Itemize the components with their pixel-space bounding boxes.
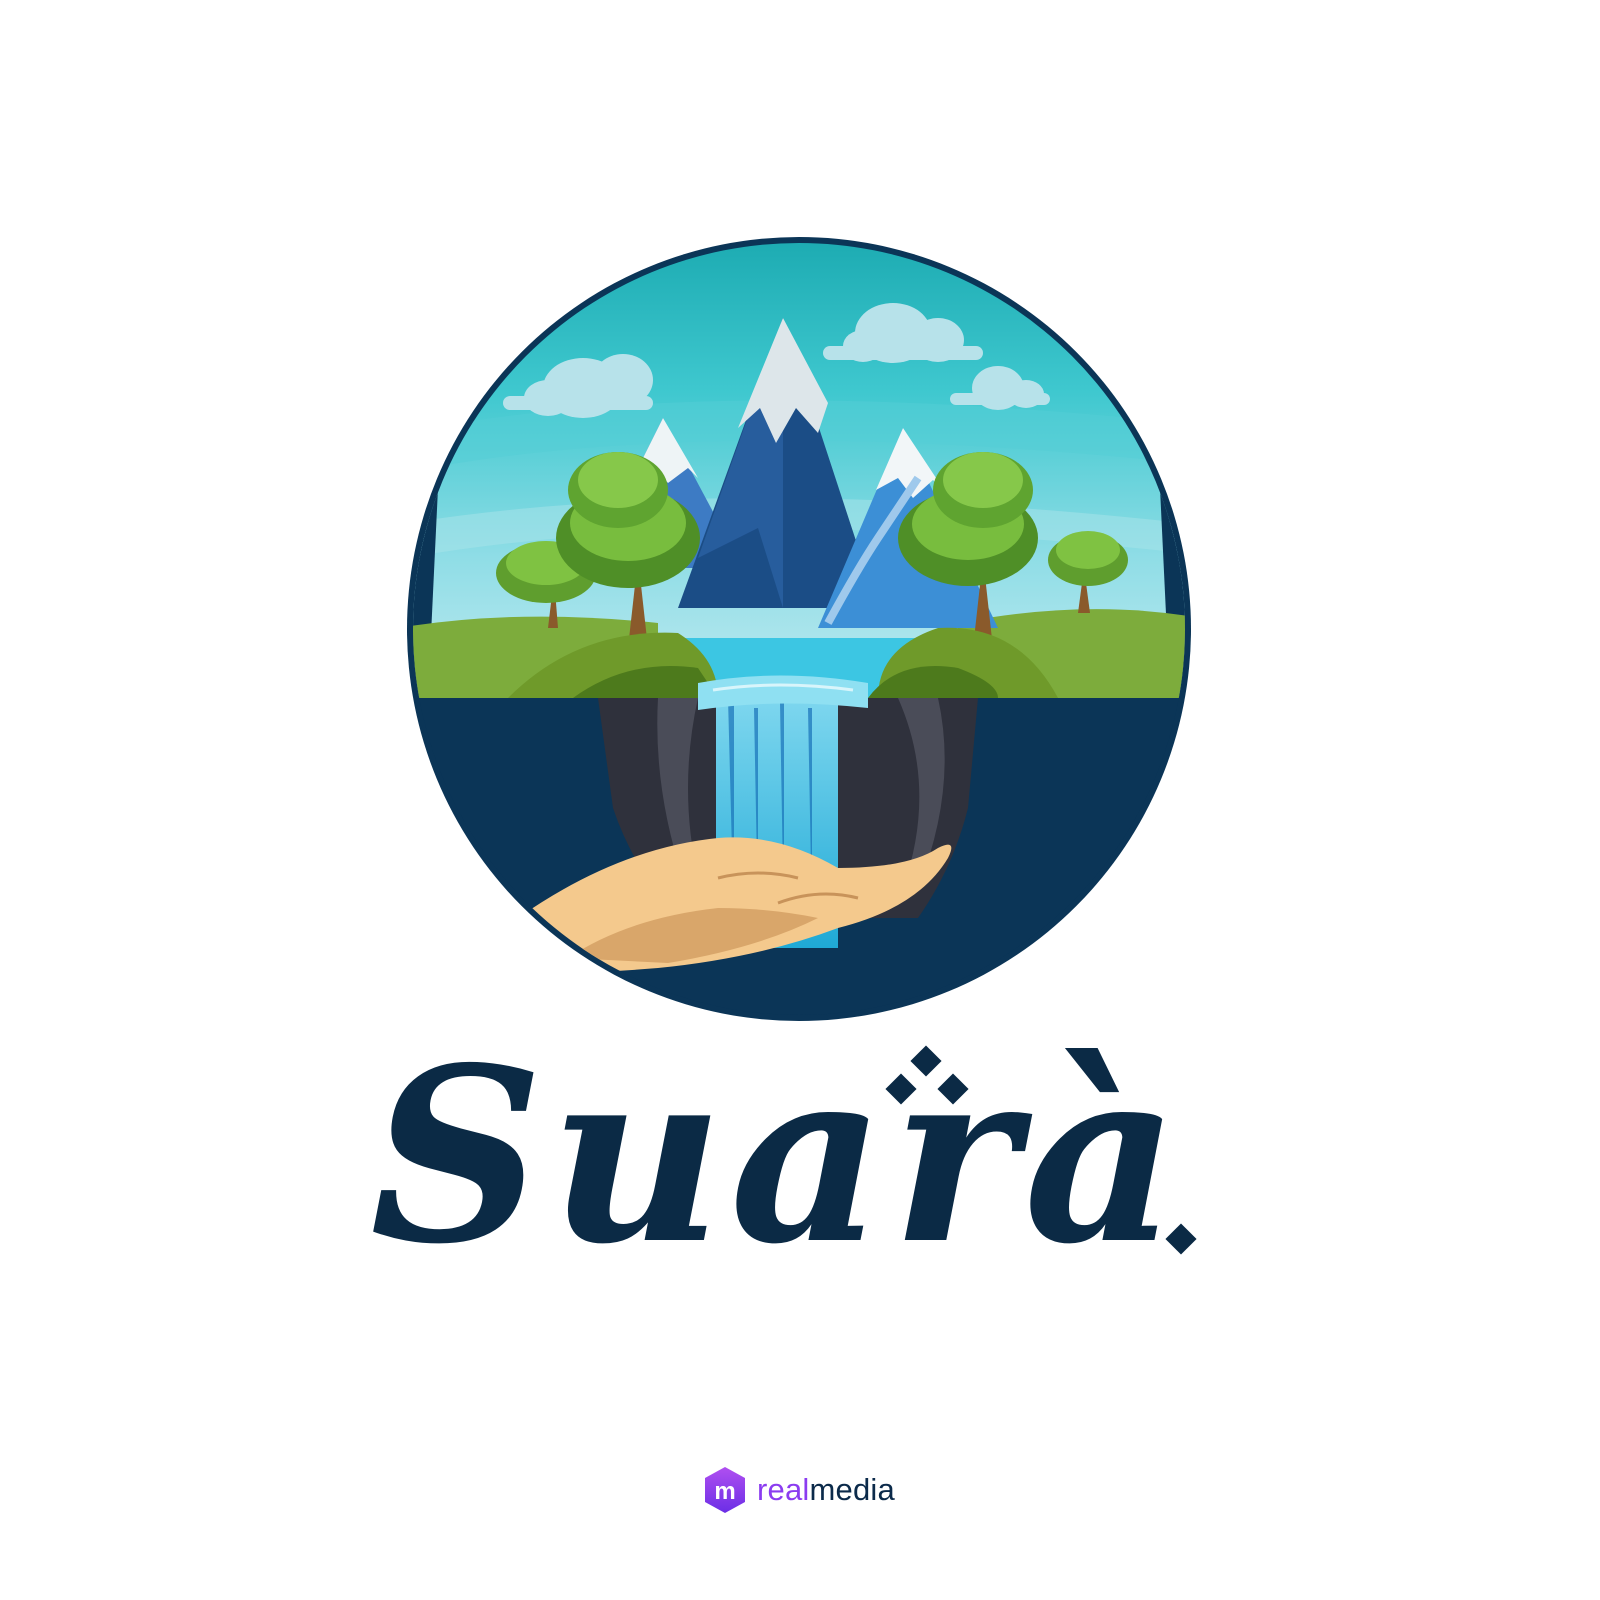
brand-wordmark: Suarà xyxy=(370,1040,1250,1300)
realmedia-logo-icon: m xyxy=(705,1467,745,1513)
emblem-logo xyxy=(398,228,1200,1030)
brand-wordmark-text: Suarà xyxy=(370,1040,1185,1297)
credit-name-prefix: real xyxy=(757,1472,810,1507)
credit-realmedia: m realmedia xyxy=(703,1464,895,1516)
realmedia-logo-letter: m xyxy=(714,1478,735,1505)
credit-name-suffix: media xyxy=(809,1472,895,1507)
page: Suarà m realmedia xyxy=(0,0,1600,1600)
credit-name: realmedia xyxy=(757,1464,895,1516)
